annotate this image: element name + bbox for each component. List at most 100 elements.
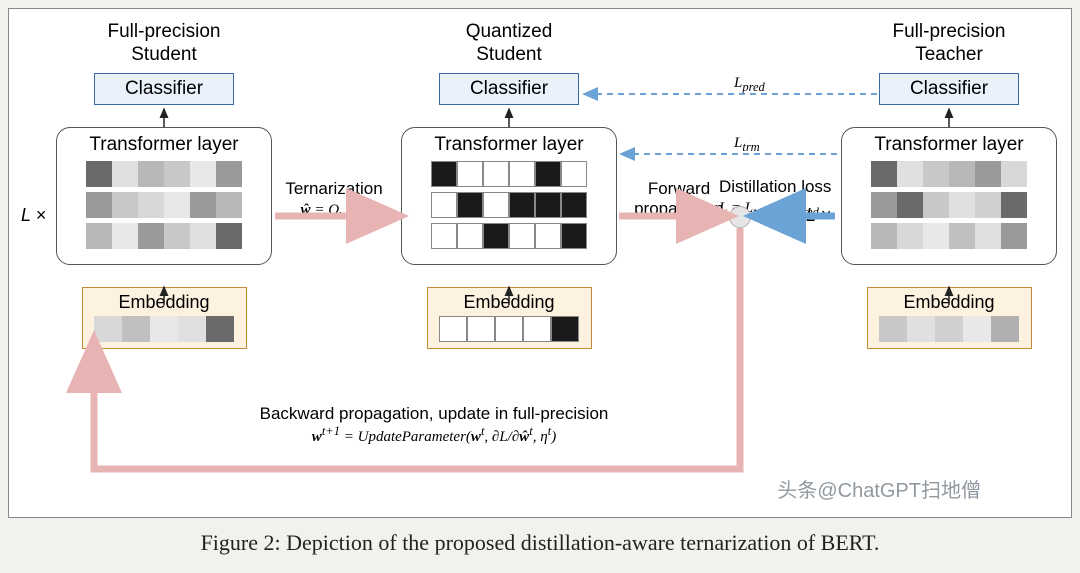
weight-cell xyxy=(1001,223,1027,249)
weight-cell xyxy=(86,223,112,249)
embed-cell xyxy=(122,316,150,342)
weight-cell xyxy=(923,192,949,218)
weight-cell xyxy=(216,161,242,187)
embedding-box-left: Embedding xyxy=(82,287,247,349)
weight-cell xyxy=(138,223,164,249)
watermark-text: 头条@ChatGPT扫地僧 xyxy=(777,474,981,503)
transformer-box-right: Transformer layer xyxy=(841,127,1057,265)
weight-cell xyxy=(509,192,535,218)
weight-cell xyxy=(1001,192,1027,218)
embed-cell xyxy=(551,316,579,342)
weight-cell xyxy=(535,161,561,187)
weight-cell xyxy=(483,192,509,218)
column-full-precision-student: Full-precision Student Classifier Transf… xyxy=(54,21,274,349)
weight-cell xyxy=(216,192,242,218)
weight-cell xyxy=(86,161,112,187)
weight-cell xyxy=(1001,161,1027,187)
weight-row xyxy=(412,161,606,187)
weight-cell xyxy=(216,223,242,249)
embedding-box-right: Embedding xyxy=(867,287,1032,349)
weight-cell xyxy=(190,192,216,218)
weight-cell xyxy=(975,223,1001,249)
weight-cell xyxy=(509,223,535,249)
weight-cell xyxy=(561,223,587,249)
weight-row xyxy=(67,161,261,187)
weight-cell xyxy=(975,161,1001,187)
embed-cell xyxy=(467,316,495,342)
weight-cell xyxy=(190,161,216,187)
weight-row xyxy=(67,223,261,249)
weight-cell xyxy=(535,223,561,249)
diagram-frame: Full-precision Student Classifier Transf… xyxy=(8,8,1072,518)
weight-cell xyxy=(871,161,897,187)
weight-cell xyxy=(871,223,897,249)
l-trm-label: Ltrm xyxy=(734,134,760,155)
weight-cell xyxy=(431,192,457,218)
embed-cell xyxy=(963,316,991,342)
transformer-label-left: Transformer layer xyxy=(67,134,261,156)
weight-cell xyxy=(923,161,949,187)
weight-cell xyxy=(190,223,216,249)
weight-cell xyxy=(164,223,190,249)
figure-caption: Figure 2: Depiction of the proposed dist… xyxy=(8,530,1072,556)
embed-cell xyxy=(495,316,523,342)
weight-cell xyxy=(949,192,975,218)
transformer-box-left: Transformer layer xyxy=(56,127,272,265)
weight-cell xyxy=(457,161,483,187)
weight-cell xyxy=(897,161,923,187)
embed-cell xyxy=(935,316,963,342)
embed-cell xyxy=(991,316,1019,342)
weight-cell xyxy=(431,223,457,249)
transformer-label-middle: Transformer layer xyxy=(412,134,606,156)
weight-cell xyxy=(112,223,138,249)
transformer-box-middle: Transformer layer xyxy=(401,127,617,265)
weight-cell xyxy=(949,161,975,187)
embed-cell xyxy=(178,316,206,342)
classifier-box-right: Classifier xyxy=(879,73,1019,105)
weight-row xyxy=(412,223,606,249)
weight-cell xyxy=(483,223,509,249)
weight-cell xyxy=(483,161,509,187)
weight-cell xyxy=(112,192,138,218)
weight-row xyxy=(852,223,1046,249)
embed-cell xyxy=(523,316,551,342)
backward-prop-label: Backward propagation, update in full-pre… xyxy=(209,404,659,447)
weight-cell xyxy=(164,161,190,187)
weight-row xyxy=(67,192,261,218)
weight-cell xyxy=(923,223,949,249)
transformer-label-right: Transformer layer xyxy=(852,134,1046,156)
weight-cell xyxy=(431,161,457,187)
column-full-precision-teacher: Full-precision Teacher Classifier Transf… xyxy=(839,21,1059,349)
embed-cell xyxy=(879,316,907,342)
weight-cell xyxy=(86,192,112,218)
embedding-label-right: Embedding xyxy=(874,292,1025,313)
loss-node-icon xyxy=(729,206,751,228)
weight-row xyxy=(412,192,606,218)
weight-cell xyxy=(897,192,923,218)
weight-cell xyxy=(975,192,1001,218)
weight-cell xyxy=(949,223,975,249)
weight-cell xyxy=(561,192,587,218)
embed-cell xyxy=(907,316,935,342)
weight-cell xyxy=(457,192,483,218)
classifier-box-left: Classifier xyxy=(94,73,234,105)
embedding-box-middle: Embedding xyxy=(427,287,592,349)
embed-cell xyxy=(94,316,122,342)
l-pred-label: Lpred xyxy=(734,74,765,95)
ternarization-label: Ternarization ŵ = Qw(w) xyxy=(269,179,399,222)
weight-cell xyxy=(561,161,587,187)
weight-cell xyxy=(138,192,164,218)
weight-cell xyxy=(112,161,138,187)
weight-row xyxy=(852,161,1046,187)
weight-cell xyxy=(897,223,923,249)
weight-row xyxy=(852,192,1046,218)
lx-label-left: L × xyxy=(21,205,46,226)
embedding-label-middle: Embedding xyxy=(434,292,585,313)
title-fp-teacher: Full-precision Teacher xyxy=(839,21,1059,67)
title-fp-student: Full-precision Student xyxy=(54,21,274,67)
embedding-label-left: Embedding xyxy=(89,292,240,313)
embed-cell xyxy=(206,316,234,342)
weight-cell xyxy=(138,161,164,187)
title-quant-student: Quantized Student xyxy=(399,21,619,67)
classifier-box-middle: Classifier xyxy=(439,73,579,105)
